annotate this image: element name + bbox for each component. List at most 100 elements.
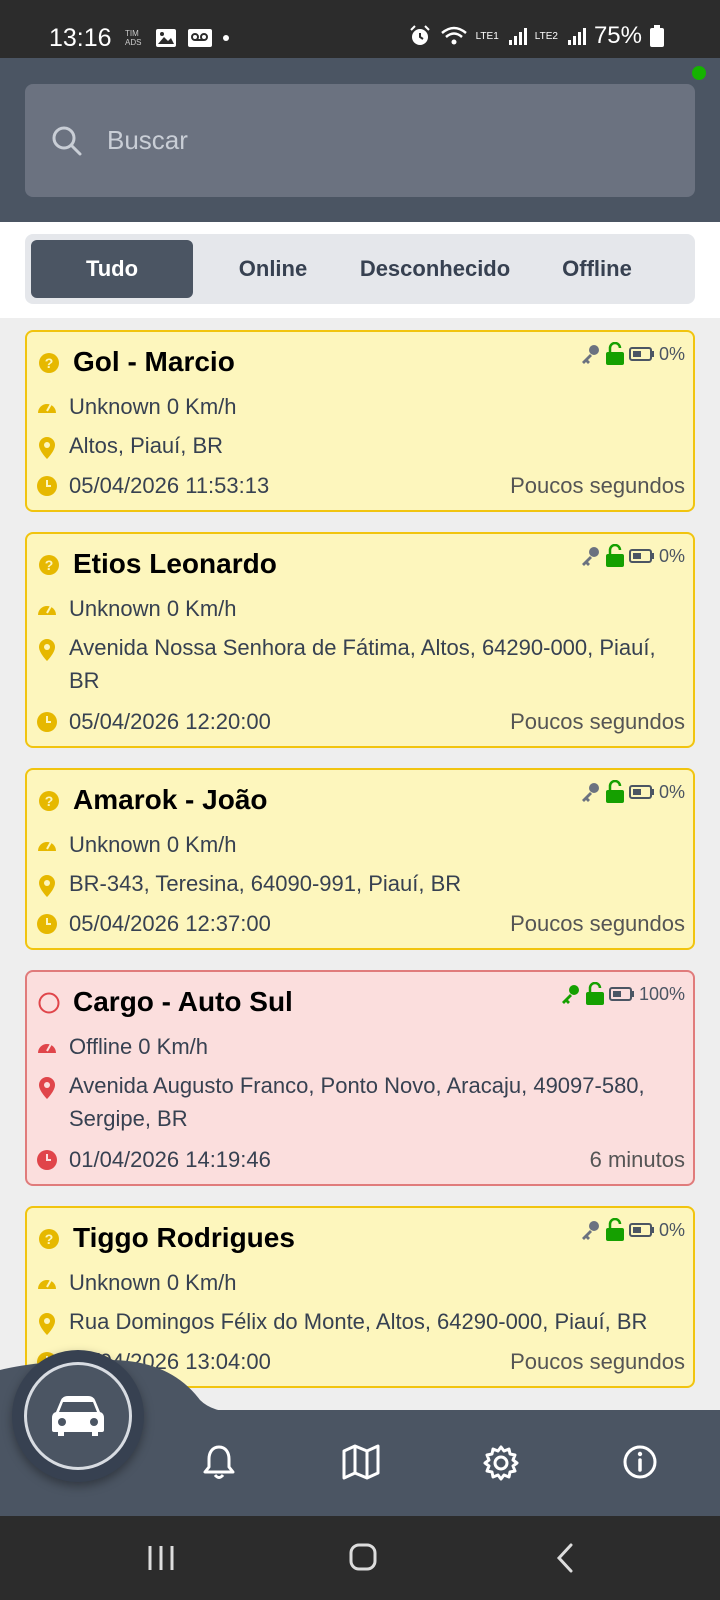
battery-level: 0% (658, 1219, 685, 1240)
device-last-update: Poucos segundos (510, 1349, 685, 1374)
device-card[interactable]: ? Gol - Marcio 0% Unknown 0 Km/h Altos, … (25, 330, 695, 512)
battery-percent: 75% (593, 22, 642, 49)
battery-icon (608, 987, 634, 1001)
search-icon (52, 126, 82, 155)
battery-level: 0% (658, 545, 685, 566)
search-bar[interactable] (25, 84, 695, 197)
tab-desconhecido[interactable]: Desconhecido (353, 240, 517, 298)
location-pin-icon (39, 1077, 55, 1099)
unlock-icon (585, 982, 604, 1005)
device-indicators: 100% (559, 982, 685, 1006)
device-indicators: 0% (579, 342, 685, 366)
clock-icon (37, 914, 57, 934)
battery-icon (650, 25, 664, 47)
offline-status-icon (38, 992, 60, 1014)
speedometer-icon (38, 1279, 56, 1289)
info-icon[interactable] (622, 1444, 658, 1480)
battery-icon (628, 785, 654, 799)
status-time: 13:16 (49, 24, 112, 52)
device-indicators: 0% (579, 544, 685, 568)
device-card[interactable]: ? Etios Leonardo 0% Unknown 0 Km/h Aveni… (25, 532, 695, 748)
lte1-label: LTE1 (475, 30, 499, 42)
device-card[interactable]: ? Amarok - João 0% Unknown 0 Km/h BR-343… (25, 768, 695, 950)
device-name: Etios Leonardo (73, 548, 277, 579)
back-icon[interactable] (554, 1542, 576, 1574)
device-last-update: Poucos segundos (510, 709, 685, 734)
key-icon (581, 547, 599, 566)
battery-icon (628, 1223, 654, 1237)
device-speed: Unknown 0 Km/h (69, 394, 237, 419)
key-icon (581, 1221, 599, 1240)
signal-2-icon (567, 28, 586, 45)
speedometer-icon (38, 841, 56, 851)
location-pin-icon (39, 639, 55, 661)
question-status-icon: ? (39, 791, 59, 811)
clock-icon (37, 1150, 57, 1170)
device-indicators: 0% (579, 1218, 685, 1242)
svg-text:?: ? (45, 793, 54, 809)
question-status-icon: ? (39, 353, 59, 373)
home-icon[interactable] (348, 1542, 378, 1572)
recent-apps-icon[interactable] (146, 1544, 176, 1572)
voicemail-icon (188, 29, 212, 47)
filter-tabs: Tudo Online Desconhecido Offline (25, 234, 695, 304)
signal-1-icon (508, 28, 527, 45)
notification-dot-icon (223, 35, 229, 41)
wifi-icon (440, 26, 467, 45)
battery-icon (628, 549, 654, 563)
status-right-icons: LTE1 LTE2 75% (408, 22, 664, 50)
device-card[interactable]: Cargo - Auto Sul 100% Offline 0 Km/h Ave… (25, 970, 695, 1186)
question-status-icon: ? (39, 1229, 59, 1249)
location-pin-icon (39, 437, 55, 459)
location-pin-icon (39, 1313, 55, 1335)
location-pin-icon (39, 875, 55, 897)
device-name: Cargo - Auto Sul (73, 986, 293, 1017)
battery-level: 0% (658, 343, 685, 364)
speedometer-icon (38, 605, 56, 615)
battery-icon (628, 347, 654, 361)
lte2-label: LTE2 (534, 30, 558, 42)
status-bar: 13:16 TIM ADS LTE1 LTE2 75% (0, 0, 720, 58)
key-icon (581, 783, 599, 802)
gallery-icon (156, 29, 176, 47)
vehicles-fab[interactable] (12, 1350, 144, 1482)
bell-icon[interactable] (202, 1444, 236, 1480)
svg-text:?: ? (45, 557, 54, 573)
device-name: Amarok - João (73, 784, 268, 815)
status-left-icons: TIM ADS (125, 28, 229, 48)
speedometer-icon (38, 1043, 56, 1053)
device-address: Avenida Augusto Franco, Ponto Novo, Arac… (69, 1073, 645, 1131)
device-name: Gol - Marcio (73, 346, 235, 377)
tab-tudo[interactable]: Tudo (31, 240, 193, 298)
system-nav-bar (0, 1516, 720, 1600)
device-last-update: Poucos segundos (510, 911, 685, 936)
device-last-update: 6 minutos (589, 1147, 685, 1172)
key-icon (561, 985, 579, 1004)
svg-text:?: ? (45, 355, 54, 371)
battery-level: 100% (638, 983, 685, 1004)
carrier-tag-icon: TIM ADS (125, 29, 142, 47)
unlock-icon (605, 544, 624, 567)
device-speed: Unknown 0 Km/h (69, 1270, 237, 1295)
tab-online[interactable]: Online (193, 240, 353, 298)
vehicles-fab-inner (24, 1362, 132, 1470)
unlock-icon (605, 342, 624, 365)
device-address: Rua Domingos Félix do Monte, Altos, 6429… (69, 1309, 648, 1334)
clock-icon (37, 476, 57, 496)
connection-status-dot (692, 66, 706, 80)
key-icon (581, 345, 599, 364)
map-icon[interactable] (342, 1444, 380, 1480)
device-address: Altos, Piauí, BR (69, 433, 224, 458)
unlock-icon (605, 1218, 624, 1241)
gear-icon[interactable] (482, 1444, 520, 1482)
alarm-icon (409, 25, 430, 45)
device-speed: Unknown 0 Km/h (69, 832, 237, 857)
clock-icon (37, 712, 57, 732)
search-input[interactable] (107, 125, 607, 156)
device-speed: Unknown 0 Km/h (69, 596, 237, 621)
device-name: Tiggo Rodrigues (73, 1222, 295, 1253)
unlock-icon (605, 780, 624, 803)
tab-offline[interactable]: Offline (517, 240, 677, 298)
car-icon (52, 1396, 104, 1436)
question-status-icon: ? (39, 555, 59, 575)
